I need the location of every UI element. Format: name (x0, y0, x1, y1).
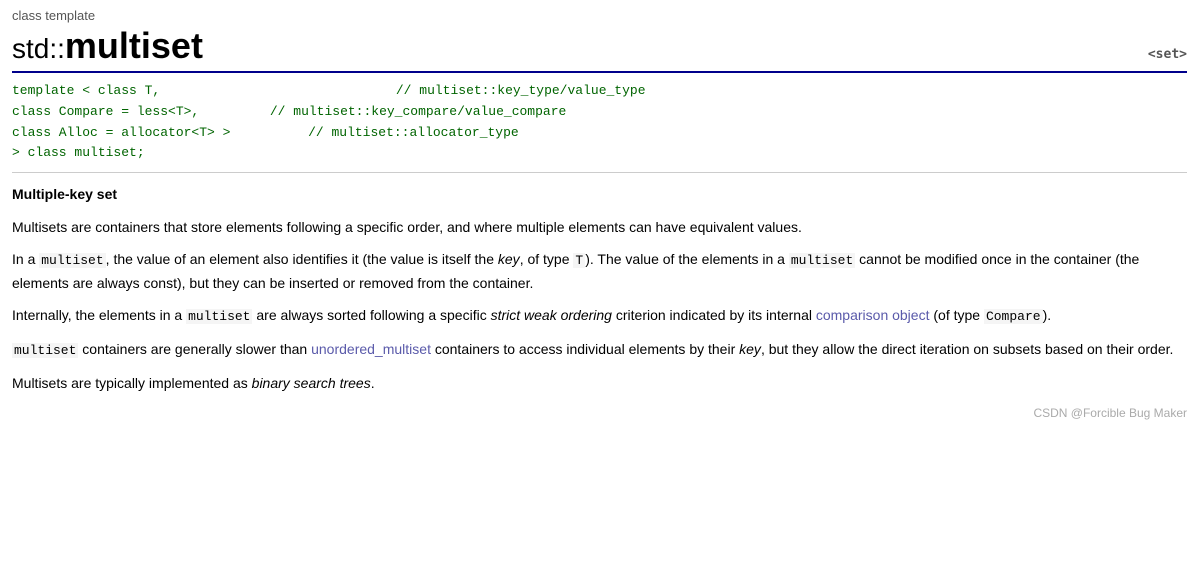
code-multiset-3: multiset (186, 309, 252, 324)
para5: Multisets are typically implemented as b… (12, 372, 1187, 394)
em-key-1: key (498, 251, 520, 267)
para1: Multisets are containers that store elem… (12, 216, 1187, 238)
code-T: T (573, 253, 585, 268)
code-multiset-4: multiset (12, 343, 78, 358)
class-label: class template (12, 8, 1187, 23)
namespace-prefix: std:: (12, 33, 65, 64)
link-unordered-multiset[interactable]: unordered_multiset (311, 341, 431, 357)
watermark: CSDN @Forcible Bug Maker (12, 406, 1187, 420)
code-line-4: > class multiset; (12, 143, 1187, 164)
em-key-2: key (739, 341, 761, 357)
title-full: std::multiset (12, 25, 203, 67)
code-compare: Compare (984, 309, 1043, 324)
link-comparison-object[interactable]: comparison object (816, 307, 930, 323)
page-title: std::multiset <set> (12, 25, 1187, 73)
para3: Internally, the elements in a multiset a… (12, 304, 1187, 328)
code-line-2: class Compare = less<T>, // multiset::ke… (12, 102, 1187, 123)
para2: In a multiset, the value of an element a… (12, 248, 1187, 294)
code-line-1: template < class T, // multiset::key_typ… (12, 81, 1187, 102)
code-multiset-2: multiset (789, 253, 855, 268)
em-strict-weak: strict weak ordering (491, 307, 612, 323)
code-line-3: class Alloc = allocator<T> > // multiset… (12, 123, 1187, 144)
code-block: template < class T, // multiset::key_typ… (12, 73, 1187, 173)
section-heading: Multiple-key set (12, 183, 1187, 205)
description-block: Multiple-key set Multisets are container… (12, 183, 1187, 394)
set-link: <set> (1148, 47, 1187, 62)
class-name: multiset (65, 25, 203, 66)
para4: multiset containers are generally slower… (12, 338, 1187, 362)
code-multiset-1: multiset (39, 253, 105, 268)
em-bst: binary search trees (252, 375, 371, 391)
